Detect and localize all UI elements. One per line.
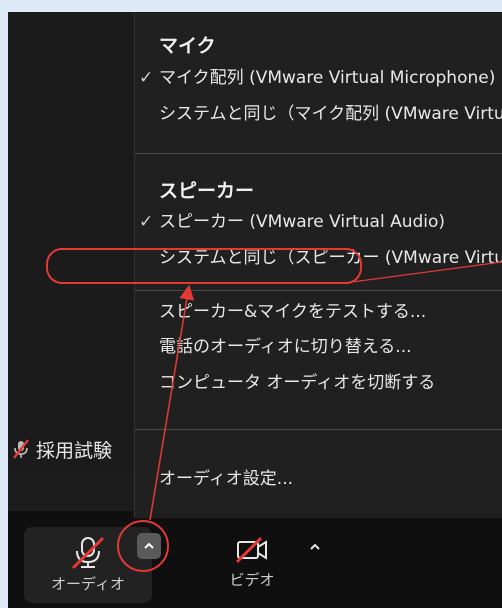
muted-microphone-icon bbox=[71, 536, 105, 569]
menu-divider bbox=[135, 153, 502, 154]
menu-item-label: スピーカー (VMware Virtual Audio) bbox=[159, 212, 446, 232]
menu-item-switch-phone-audio[interactable]: 電話のオーディオに切り替える... bbox=[159, 331, 412, 363]
menu-item-label: システムと同じ（マイク配列 (VMware Virtual Microphone… bbox=[159, 104, 502, 124]
audio-button-label: オーディオ bbox=[51, 575, 125, 593]
menu-item-label: コンピュータ オーディオを切断する bbox=[159, 373, 436, 393]
annotation-circle bbox=[117, 520, 169, 572]
video-button-label: ビデオ bbox=[229, 571, 275, 589]
menu-item-speaker-virtual[interactable]: ✓ スピーカー (VMware Virtual Audio) bbox=[139, 206, 445, 238]
speaker-section-title: スピーカー bbox=[159, 180, 255, 202]
menu-divider bbox=[135, 290, 502, 291]
menu-item-mic-system[interactable]: システムと同じ（マイク配列 (VMware Virtual Microphone… bbox=[159, 98, 502, 130]
menu-item-test-speaker-mic[interactable]: スピーカー&マイクをテストする... bbox=[159, 296, 426, 328]
mic-section-title: マイク bbox=[159, 35, 216, 57]
menu-item-audio-settings[interactable]: オーディオ設定... bbox=[159, 463, 293, 495]
menu-item-label: スピーカー&マイクをテストする... bbox=[159, 302, 427, 322]
muted-mic-icon bbox=[13, 439, 29, 459]
menu-item-label: オーディオ設定... bbox=[159, 469, 294, 489]
checkmark-icon: ✓ bbox=[139, 212, 154, 232]
menu-item-disconnect-audio[interactable]: コンピュータ オーディオを切断する bbox=[159, 367, 435, 399]
menu-item-label: マイク配列 (VMware Virtual Microphone) bbox=[159, 68, 496, 88]
menu-item-mic-array[interactable]: ✓ マイク配列 (VMware Virtual Microphone) bbox=[139, 62, 495, 94]
video-button[interactable]: ビデオ bbox=[212, 527, 292, 603]
participant-name: 採用試験 bbox=[36, 439, 113, 462]
annotation-highlight-ring bbox=[46, 248, 362, 284]
checkmark-icon: ✓ bbox=[139, 68, 154, 88]
menu-item-label: 電話のオーディオに切り替える... bbox=[159, 337, 412, 357]
video-options-caret[interactable] bbox=[305, 535, 325, 559]
chevron-up-icon bbox=[310, 543, 320, 550]
menu-divider bbox=[135, 429, 502, 430]
meeting-toolbar: オーディオ ビデオ bbox=[8, 511, 502, 608]
participant-name-tag: 採用試験 bbox=[12, 431, 148, 467]
video-off-icon bbox=[235, 536, 267, 564]
